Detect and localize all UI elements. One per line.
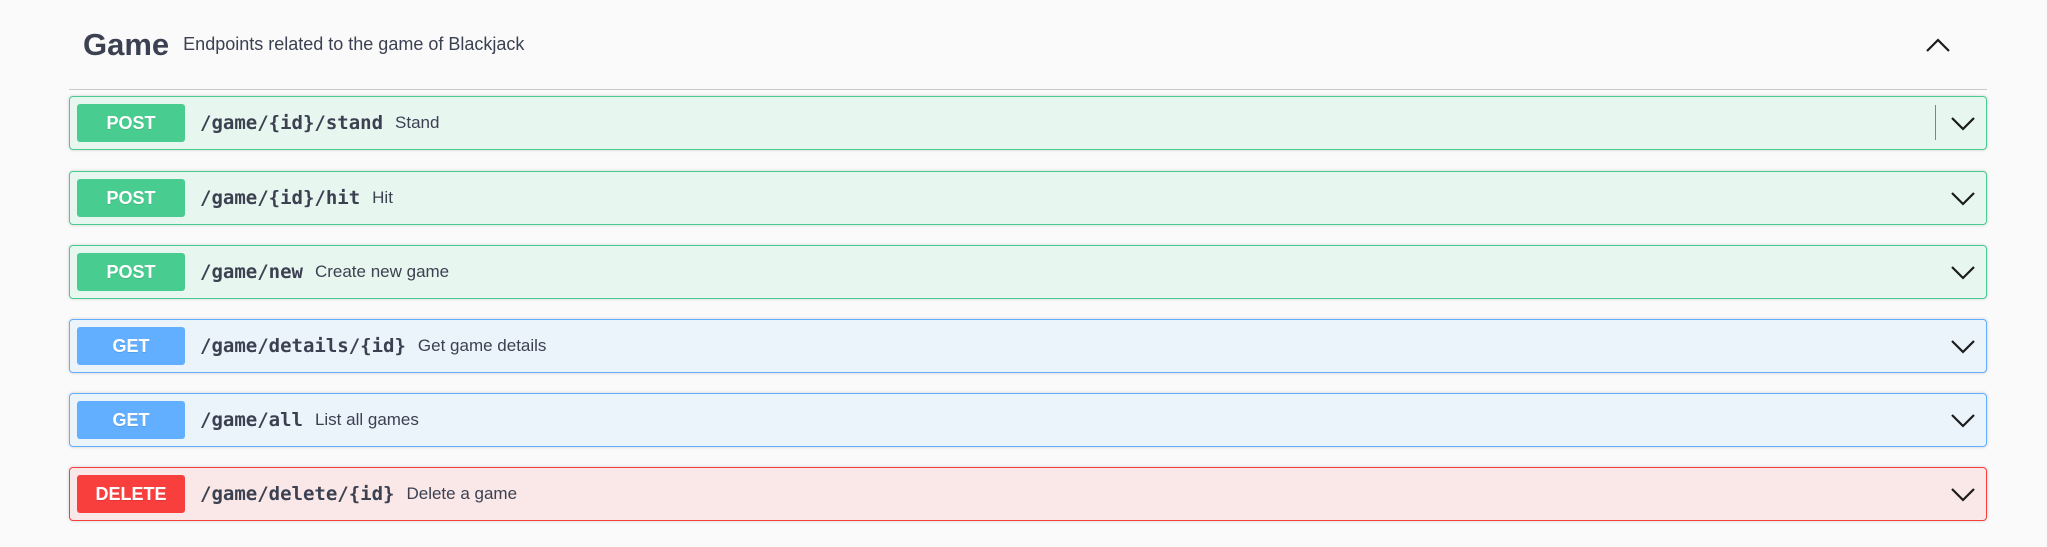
method-badge: GET: [77, 401, 185, 439]
operation-path: /game/details/{id}: [200, 335, 406, 357]
operation-path: /game/all: [200, 409, 303, 431]
operation-post-hit[interactable]: POST /game/{id}/hit Hit: [69, 171, 1987, 225]
operation-summary: List all games: [314, 410, 419, 429]
chevron-down-icon[interactable]: [1950, 481, 1976, 507]
operation-summary: Hit: [372, 188, 393, 207]
chevron-down-icon[interactable]: [1950, 110, 1976, 136]
operation-path: /game/delete/{id}: [200, 483, 395, 505]
tag-title: Game: [83, 26, 170, 62]
chevron-down-icon[interactable]: [1950, 259, 1976, 285]
operation-post-new[interactable]: POST /game/new Create new game: [69, 245, 1987, 299]
operation-post-stand[interactable]: POST /game/{id}/stand Stand: [69, 96, 1987, 150]
chevron-down-icon[interactable]: [1950, 185, 1976, 211]
operation-summary: Get game details: [417, 336, 547, 355]
operation-summary: Create new game: [314, 262, 450, 281]
operation-summary: Delete a game: [406, 484, 518, 503]
operation-delete-game[interactable]: DELETE /game/delete/{id} Delete a game: [69, 467, 1987, 521]
chevron-down-icon[interactable]: [1950, 407, 1976, 433]
tag-description: Endpoints related to the game of Blackja…: [183, 34, 525, 54]
chevron-up-icon[interactable]: [1923, 30, 1953, 60]
method-badge: GET: [77, 327, 185, 365]
method-badge: DELETE: [77, 475, 185, 513]
divider: [1935, 105, 1936, 140]
operation-get-all[interactable]: GET /game/all List all games: [69, 393, 1987, 447]
operation-path: /game/{id}/stand: [200, 112, 384, 134]
operation-summary: Stand: [395, 113, 440, 132]
chevron-down-icon[interactable]: [1950, 333, 1976, 359]
operation-get-details[interactable]: GET /game/details/{id} Get game details: [69, 319, 1987, 373]
method-badge: POST: [77, 253, 185, 291]
method-badge: POST: [77, 179, 185, 217]
operation-path: /game/{id}/hit: [200, 187, 361, 209]
tag-header-game[interactable]: Game Endpoints related to the game of Bl…: [69, 0, 1987, 90]
operation-path: /game/new: [200, 261, 303, 283]
method-badge: POST: [77, 104, 185, 142]
